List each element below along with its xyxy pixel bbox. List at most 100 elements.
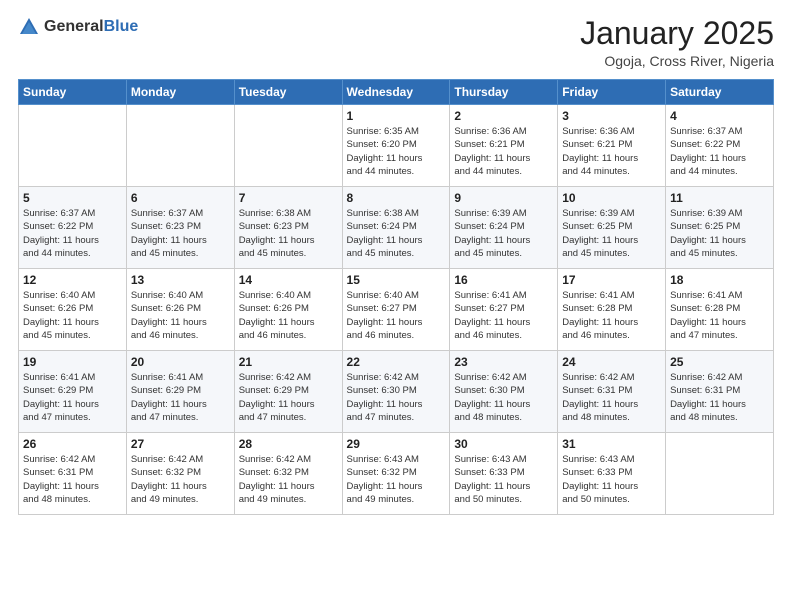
title-block: January 2025 Ogoja, Cross River, Nigeria [580, 16, 774, 69]
day-info: Sunrise: 6:40 AMSunset: 6:26 PMDaylight:… [23, 289, 122, 342]
day-number: 8 [347, 191, 446, 205]
day-info: Sunrise: 6:42 AMSunset: 6:31 PMDaylight:… [562, 371, 661, 424]
week-row-2: 12Sunrise: 6:40 AMSunset: 6:26 PMDayligh… [19, 269, 774, 351]
day-number: 10 [562, 191, 661, 205]
day-number: 18 [670, 273, 769, 287]
day-info: Sunrise: 6:42 AMSunset: 6:29 PMDaylight:… [239, 371, 338, 424]
day-info: Sunrise: 6:38 AMSunset: 6:24 PMDaylight:… [347, 207, 446, 260]
cell-w1-d6: 11 Sunrise: 6:39 AMSunset: 6:25 PMDayligh… [666, 187, 774, 269]
header-wednesday: Wednesday [342, 80, 450, 105]
day-number: 6 [131, 191, 230, 205]
day-number: 14 [239, 273, 338, 287]
cell-w3-d3: 22 Sunrise: 6:42 AMSunset: 6:30 PMDayligh… [342, 351, 450, 433]
cell-w3-d4: 23Sunrise: 6:42 AMSunset: 6:30 PMDayligh… [450, 351, 558, 433]
logo-icon [18, 16, 40, 38]
cell-w4-d3: 29 Sunrise: 6:43 AMSunset: 6:32 PMDayligh… [342, 433, 450, 515]
day-info: Sunrise: 6:43 AMSunset: 6:33 PMDaylight:… [562, 453, 661, 506]
header-saturday: Saturday [666, 80, 774, 105]
day-number: 15 [347, 273, 446, 287]
day-info: Sunrise: 6:39 AMSunset: 6:24 PMDaylight:… [454, 207, 553, 260]
day-number: 9 [454, 191, 553, 205]
day-number: 3 [562, 109, 661, 123]
cell-w1-d5: 10 Sunrise: 6:39 AMSunset: 6:25 PMDayligh… [558, 187, 666, 269]
day-info: Sunrise: 6:37 AMSunset: 6:23 PMDaylight:… [131, 207, 230, 260]
logo-text: General Blue [44, 18, 138, 36]
day-info: Sunrise: 6:41 AMSunset: 6:29 PMDaylight:… [131, 371, 230, 424]
day-number: 27 [131, 437, 230, 451]
day-number: 2 [454, 109, 553, 123]
day-number: 24 [562, 355, 661, 369]
calendar-header: Sunday Monday Tuesday Wednesday Thursday… [19, 80, 774, 105]
day-info: Sunrise: 6:39 AMSunset: 6:25 PMDaylight:… [670, 207, 769, 260]
day-info: Sunrise: 6:35 AMSunset: 6:20 PMDaylight:… [347, 125, 446, 178]
cell-w1-d3: 8 Sunrise: 6:38 AMSunset: 6:24 PMDaylight… [342, 187, 450, 269]
day-info: Sunrise: 6:41 AMSunset: 6:28 PMDaylight:… [670, 289, 769, 342]
cell-w4-d1: 27Sunrise: 6:42 AMSunset: 6:32 PMDayligh… [126, 433, 234, 515]
day-info: Sunrise: 6:37 AMSunset: 6:22 PMDaylight:… [670, 125, 769, 178]
cell-w2-d1: 13 Sunrise: 6:40 AMSunset: 6:26 PMDayligh… [126, 269, 234, 351]
day-number: 31 [562, 437, 661, 451]
day-number: 20 [131, 355, 230, 369]
day-number: 16 [454, 273, 553, 287]
header-thursday: Thursday [450, 80, 558, 105]
cell-w1-d2: 7Sunrise: 6:38 AMSunset: 6:23 PMDaylight… [234, 187, 342, 269]
week-row-3: 19 Sunrise: 6:41 AMSunset: 6:29 PMDayligh… [19, 351, 774, 433]
day-number: 30 [454, 437, 553, 451]
cell-w2-d4: 16 Sunrise: 6:41 AMSunset: 6:27 PMDayligh… [450, 269, 558, 351]
day-info: Sunrise: 6:42 AMSunset: 6:30 PMDaylight:… [454, 371, 553, 424]
cell-w2-d5: 17 Sunrise: 6:41 AMSunset: 6:28 PMDayligh… [558, 269, 666, 351]
day-info: Sunrise: 6:36 AMSunset: 6:21 PMDaylight:… [562, 125, 661, 178]
cell-w3-d1: 20 Sunrise: 6:41 AMSunset: 6:29 PMDayligh… [126, 351, 234, 433]
cell-w4-d6 [666, 433, 774, 515]
cell-w3-d2: 21Sunrise: 6:42 AMSunset: 6:29 PMDayligh… [234, 351, 342, 433]
day-number: 29 [347, 437, 446, 451]
cell-w0-d3: 1 Sunrise: 6:35 AMSunset: 6:20 PMDaylight… [342, 105, 450, 187]
week-row-0: 1 Sunrise: 6:35 AMSunset: 6:20 PMDaylight… [19, 105, 774, 187]
day-number: 7 [239, 191, 338, 205]
cell-w0-d6: 4Sunrise: 6:37 AMSunset: 6:22 PMDaylight… [666, 105, 774, 187]
day-info: Sunrise: 6:40 AMSunset: 6:27 PMDaylight:… [347, 289, 446, 342]
cell-w3-d0: 19 Sunrise: 6:41 AMSunset: 6:29 PMDayligh… [19, 351, 127, 433]
logo-general: General [44, 18, 104, 36]
subtitle: Ogoja, Cross River, Nigeria [580, 53, 774, 69]
header-sunday: Sunday [19, 80, 127, 105]
cell-w4-d0: 26 Sunrise: 6:42 AMSunset: 6:31 PMDayligh… [19, 433, 127, 515]
day-info: Sunrise: 6:43 AMSunset: 6:33 PMDaylight:… [454, 453, 553, 506]
day-info: Sunrise: 6:39 AMSunset: 6:25 PMDaylight:… [562, 207, 661, 260]
day-number: 25 [670, 355, 769, 369]
day-info: Sunrise: 6:36 AMSunset: 6:21 PMDaylight:… [454, 125, 553, 178]
header-monday: Monday [126, 80, 234, 105]
cell-w2-d2: 14 Sunrise: 6:40 AMSunset: 6:26 PMDayligh… [234, 269, 342, 351]
day-number: 19 [23, 355, 122, 369]
cell-w0-d0 [19, 105, 127, 187]
day-info: Sunrise: 6:37 AMSunset: 6:22 PMDaylight:… [23, 207, 122, 260]
day-info: Sunrise: 6:42 AMSunset: 6:30 PMDaylight:… [347, 371, 446, 424]
day-info: Sunrise: 6:41 AMSunset: 6:29 PMDaylight:… [23, 371, 122, 424]
day-number: 11 [670, 191, 769, 205]
main-title: January 2025 [580, 16, 774, 51]
day-number: 17 [562, 273, 661, 287]
day-number: 22 [347, 355, 446, 369]
cell-w4-d5: 31 Sunrise: 6:43 AMSunset: 6:33 PMDayligh… [558, 433, 666, 515]
day-info: Sunrise: 6:42 AMSunset: 6:31 PMDaylight:… [23, 453, 122, 506]
day-info: Sunrise: 6:42 AMSunset: 6:31 PMDaylight:… [670, 371, 769, 424]
cell-w0-d1 [126, 105, 234, 187]
day-number: 26 [23, 437, 122, 451]
day-info: Sunrise: 6:40 AMSunset: 6:26 PMDaylight:… [239, 289, 338, 342]
day-number: 13 [131, 273, 230, 287]
day-info: Sunrise: 6:40 AMSunset: 6:26 PMDaylight:… [131, 289, 230, 342]
day-info: Sunrise: 6:41 AMSunset: 6:27 PMDaylight:… [454, 289, 553, 342]
cell-w0-d2 [234, 105, 342, 187]
week-row-1: 5Sunrise: 6:37 AMSunset: 6:22 PMDaylight… [19, 187, 774, 269]
cell-w3-d6: 25 Sunrise: 6:42 AMSunset: 6:31 PMDayligh… [666, 351, 774, 433]
cell-w1-d0: 5Sunrise: 6:37 AMSunset: 6:22 PMDaylight… [19, 187, 127, 269]
day-info: Sunrise: 6:41 AMSunset: 6:28 PMDaylight:… [562, 289, 661, 342]
cell-w4-d4: 30 Sunrise: 6:43 AMSunset: 6:33 PMDayligh… [450, 433, 558, 515]
header-friday: Friday [558, 80, 666, 105]
day-info: Sunrise: 6:43 AMSunset: 6:32 PMDaylight:… [347, 453, 446, 506]
logo: General Blue [18, 16, 138, 38]
day-number: 1 [347, 109, 446, 123]
header-row: Sunday Monday Tuesday Wednesday Thursday… [19, 80, 774, 105]
cell-w1-d4: 9 Sunrise: 6:39 AMSunset: 6:24 PMDaylight… [450, 187, 558, 269]
day-number: 28 [239, 437, 338, 451]
